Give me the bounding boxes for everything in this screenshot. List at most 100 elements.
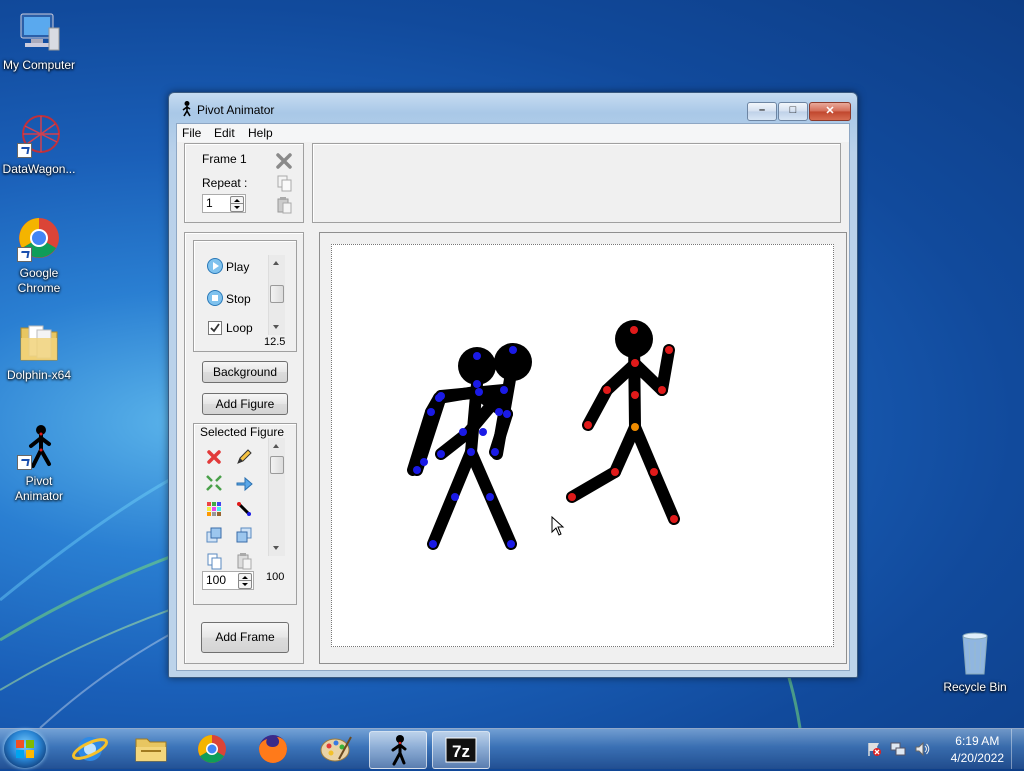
- spinner-arrows-icon[interactable]: [230, 196, 244, 212]
- figure-joint[interactable]: [507, 540, 515, 548]
- scroll-up-icon[interactable]: [273, 261, 279, 265]
- scroll-down-icon[interactable]: [273, 325, 279, 329]
- figure-joint[interactable]: [475, 388, 483, 396]
- figure-scroll-thumb[interactable]: [270, 456, 284, 474]
- pivot-animator-window[interactable]: Pivot Animator – □ ✕ File Edit Help Fram…: [168, 92, 858, 678]
- figure-joint[interactable]: [427, 408, 435, 416]
- join-segment-icon[interactable]: [235, 500, 253, 518]
- speed-scroll-thumb[interactable]: [270, 285, 284, 303]
- edit-figure-pencil-icon[interactable]: [235, 448, 253, 466]
- show-desktop-button[interactable]: [1011, 729, 1024, 769]
- figure-joint[interactable]: [473, 380, 481, 388]
- copy-figure-icon[interactable]: [205, 552, 223, 570]
- desktop-icon-google-chrome[interactable]: Google Chrome: [0, 216, 78, 296]
- figure-joint[interactable]: [650, 468, 658, 476]
- figure-joint[interactable]: [473, 352, 481, 360]
- start-button[interactable]: [4, 730, 46, 768]
- menu-edit[interactable]: Edit: [214, 126, 235, 140]
- repeat-spinner[interactable]: 1: [202, 194, 246, 213]
- paste-figure-icon[interactable]: [235, 552, 253, 570]
- figure-joint[interactable]: [413, 466, 421, 474]
- menu-file[interactable]: File: [182, 126, 201, 140]
- play-button[interactable]: Play: [226, 260, 249, 274]
- figure-joint[interactable]: [479, 428, 487, 436]
- bring-forward-icon[interactable]: [205, 526, 223, 544]
- system-clock[interactable]: 6:19 AM 4/20/2022: [951, 733, 1004, 767]
- figure-center-joint[interactable]: [631, 423, 639, 431]
- delete-frame-icon[interactable]: [275, 152, 293, 170]
- figure-joint[interactable]: [486, 493, 494, 501]
- center-figure-icon[interactable]: [205, 474, 223, 492]
- paint-palette-icon: [320, 736, 352, 762]
- send-backward-icon[interactable]: [235, 526, 253, 544]
- taskbar-paint[interactable]: [307, 731, 363, 767]
- figure-joint[interactable]: [451, 493, 459, 501]
- figure-joint[interactable]: [584, 421, 592, 429]
- desktop-icon-datawagon[interactable]: DataWagon...: [0, 112, 78, 177]
- figure-joint[interactable]: [568, 493, 576, 501]
- taskbar-pivot-animator[interactable]: [369, 731, 427, 769]
- figure-size-spinner[interactable]: 100: [202, 571, 254, 590]
- figure-joint[interactable]: [429, 540, 437, 548]
- speed-value: 12.5: [264, 336, 286, 348]
- add-figure-button[interactable]: Add Figure: [202, 393, 288, 415]
- taskbar-chrome[interactable]: [184, 731, 240, 767]
- figure-scrollbar[interactable]: [268, 438, 285, 556]
- desktop-icon-label: Recycle Bin: [943, 680, 1007, 694]
- figure-joint[interactable]: [603, 386, 611, 394]
- figure-joint[interactable]: [503, 410, 511, 418]
- scroll-up-icon[interactable]: [273, 444, 279, 448]
- figure-joint[interactable]: [631, 391, 639, 399]
- desktop-icon-my-computer[interactable]: My Computer: [0, 8, 78, 73]
- paste-frame-icon[interactable]: [275, 196, 293, 214]
- menu-help[interactable]: Help: [248, 126, 273, 140]
- copy-frame-icon[interactable]: [275, 174, 293, 192]
- figure-joint[interactable]: [509, 346, 517, 354]
- figure-joint[interactable]: [437, 450, 445, 458]
- taskbar-internet-explorer[interactable]: [62, 731, 118, 767]
- figure-joint[interactable]: [658, 386, 666, 394]
- title-bar[interactable]: Pivot Animator – □ ✕: [169, 93, 857, 123]
- close-button[interactable]: ✕: [809, 102, 851, 121]
- action-center-flag-icon[interactable]: [866, 741, 882, 757]
- desktop-icon-dolphin[interactable]: Dolphin-x64: [0, 318, 78, 383]
- figure-joint[interactable]: [631, 359, 639, 367]
- minimize-button[interactable]: –: [747, 102, 777, 121]
- figure-joint[interactable]: [467, 448, 475, 456]
- taskbar-7zip[interactable]: 7z: [432, 731, 490, 769]
- spinner-arrows-icon[interactable]: [238, 573, 252, 589]
- figure-joint[interactable]: [630, 326, 638, 334]
- folder-icon: [135, 738, 167, 762]
- network-icon[interactable]: [890, 741, 906, 757]
- taskbar-firefox[interactable]: [245, 731, 301, 767]
- animation-stage[interactable]: [331, 244, 834, 647]
- maximize-button[interactable]: □: [778, 102, 808, 121]
- figure-joint[interactable]: [437, 392, 445, 400]
- figure-joint[interactable]: [420, 458, 428, 466]
- figure-joint[interactable]: [500, 386, 508, 394]
- figure-joint[interactable]: [611, 468, 619, 476]
- speed-scrollbar[interactable]: [268, 255, 285, 335]
- figure-joint[interactable]: [665, 346, 673, 354]
- stop-button[interactable]: Stop: [226, 292, 251, 306]
- play-icon[interactable]: [206, 257, 224, 275]
- figure-joint[interactable]: [491, 448, 499, 456]
- delete-figure-icon[interactable]: [205, 448, 223, 466]
- flip-figure-icon[interactable]: [235, 474, 253, 492]
- timeline-panel[interactable]: [312, 143, 841, 223]
- taskbar-explorer[interactable]: [123, 731, 179, 767]
- loop-checkbox[interactable]: [208, 321, 226, 339]
- add-frame-button[interactable]: Add Frame: [201, 622, 289, 653]
- scroll-down-icon[interactable]: [273, 546, 279, 550]
- desktop-icon-recycle-bin[interactable]: Recycle Bin: [936, 630, 1014, 695]
- svg-text:7z: 7z: [452, 742, 470, 761]
- figures-layer[interactable]: [332, 245, 833, 646]
- background-button[interactable]: Background: [202, 361, 288, 383]
- figure-joint[interactable]: [495, 408, 503, 416]
- figure-joint[interactable]: [670, 515, 678, 523]
- figure-joint[interactable]: [459, 428, 467, 436]
- color-figure-icon[interactable]: [205, 500, 223, 518]
- volume-icon[interactable]: [914, 741, 930, 757]
- stop-icon[interactable]: [206, 289, 224, 307]
- desktop-icon-pivot-animator[interactable]: Pivot Animator: [0, 424, 78, 504]
